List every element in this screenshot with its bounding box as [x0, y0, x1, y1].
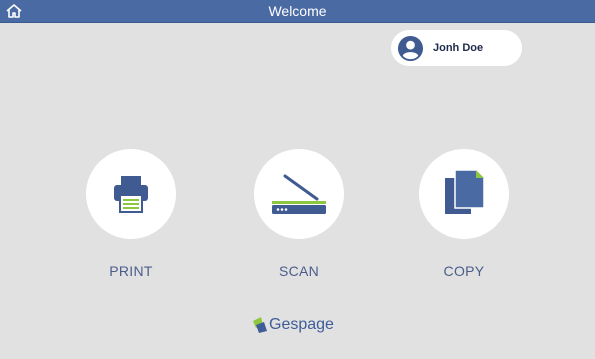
- copy-circle: [419, 149, 509, 239]
- brand-logo: Gespage: [252, 312, 334, 338]
- print-button[interactable]: PRINT: [81, 149, 181, 279]
- gespage-logo-icon: [253, 317, 267, 333]
- print-label: PRINT: [109, 263, 153, 279]
- scan-button[interactable]: SCAN: [249, 149, 349, 279]
- printer-icon: [114, 176, 148, 213]
- scan-label: SCAN: [278, 263, 320, 279]
- copy-documents-icon: [445, 169, 485, 214]
- copy-button[interactable]: COPY: [414, 149, 514, 279]
- top-bar: Welcome: [0, 0, 595, 23]
- page-title: Welcome: [268, 3, 327, 19]
- copy-label: COPY: [443, 263, 485, 279]
- user-avatar-icon: [397, 35, 424, 61]
- scanner-icon: [272, 174, 326, 214]
- print-circle: [86, 149, 176, 239]
- user-name: Jonh Doe: [433, 42, 484, 54]
- user-profile-button[interactable]: Jonh Doe: [391, 30, 522, 66]
- scan-circle: [254, 149, 344, 239]
- brand-name: Gespage: [269, 316, 334, 333]
